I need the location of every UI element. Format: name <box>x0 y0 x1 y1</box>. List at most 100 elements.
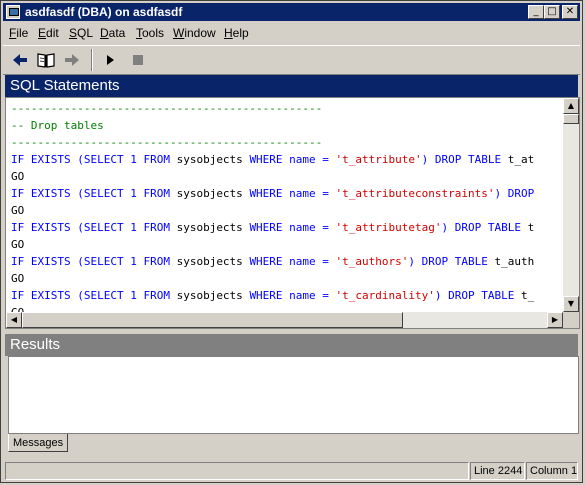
code-token: IF EXISTS (SELECT 1 FROM <box>11 255 177 268</box>
menu-help-label: elp <box>232 26 249 40</box>
maximize-button[interactable]: □ <box>544 5 560 19</box>
code-token: ) DROP TABLE <box>408 255 495 268</box>
results-messages-area[interactable] <box>8 356 579 434</box>
back-button[interactable] <box>9 50 31 70</box>
code-token: -- Drop tables <box>11 119 104 132</box>
menu-sql-label: QL <box>77 26 94 40</box>
toolbar <box>3 45 580 75</box>
code-line[interactable]: IF EXISTS (SELECT 1 FROM sysobjects WHER… <box>11 287 563 304</box>
menu-data-mnemonic: D <box>100 26 109 40</box>
code-token: 't_authors' <box>335 255 409 268</box>
menu-file[interactable]: File <box>9 26 28 40</box>
main-window: asdfasdf (DBA) on asdfasdf _ □ ✕ File Ed… <box>0 0 583 483</box>
code-token: 't_attributeconstraints' <box>335 187 495 200</box>
code-token: ) DROP TABLE <box>434 289 521 302</box>
code-token: 't_attributetag' <box>335 221 442 234</box>
menu-sql-mnemonic: S <box>69 26 78 40</box>
sql-statements-header: SQL Statements <box>5 75 578 97</box>
code-token: sysobjects <box>176 289 250 302</box>
menu-window-label: indow <box>184 26 216 40</box>
status-line: Line 2244 <box>470 462 525 480</box>
code-token: 't_cardinality' <box>335 289 435 302</box>
code-token: ----------------------------------------… <box>11 136 323 149</box>
code-token: WHERE name = <box>249 153 336 166</box>
back-arrow-icon <box>13 54 27 66</box>
stop-button[interactable] <box>127 50 149 70</box>
menu-file-label: ile <box>16 26 29 40</box>
menu-edit-mnemonic: E <box>38 26 47 40</box>
menu-help-mnemonic: H <box>224 26 233 40</box>
code-token: t_auth <box>494 255 535 268</box>
code-line[interactable]: ----------------------------------------… <box>11 134 563 151</box>
scroll-left-button[interactable]: ◀ <box>6 312 22 328</box>
menu-tools-label: ools <box>142 26 165 40</box>
scroll-up-button[interactable]: ▲ <box>563 98 579 114</box>
code-line[interactable]: IF EXISTS (SELECT 1 FROM sysobjects WHER… <box>11 185 563 202</box>
code-line[interactable]: ----------------------------------------… <box>11 100 563 117</box>
code-line[interactable]: GO <box>11 168 563 185</box>
code-line[interactable]: GO <box>11 236 563 253</box>
play-icon <box>107 55 114 65</box>
code-token: 't_attribute' <box>335 153 422 166</box>
menu-bar: File Edit SQL Data Tools Window Help <box>3 23 580 43</box>
menu-help[interactable]: Help <box>224 26 249 40</box>
code-token: t_ <box>520 289 535 302</box>
code-token: sysobjects <box>176 187 250 200</box>
code-token: WHERE name = <box>249 289 336 302</box>
stop-icon <box>133 55 143 65</box>
code-token: IF EXISTS (SELECT 1 FROM <box>11 289 177 302</box>
code-line[interactable]: IF EXISTS (SELECT 1 FROM sysobjects WHER… <box>11 253 563 270</box>
menu-data[interactable]: Data <box>100 26 125 40</box>
code-token: WHERE name = <box>249 255 336 268</box>
vertical-scroll-thumb[interactable] <box>563 114 579 124</box>
window-title: asdfasdf (DBA) on asdfasdf <box>25 5 183 19</box>
title-bar[interactable]: asdfasdf (DBA) on asdfasdf _ □ ✕ <box>3 3 580 21</box>
code-token: WHERE name = <box>249 221 336 234</box>
scroll-down-button[interactable]: ▼ <box>563 296 579 312</box>
menu-window[interactable]: Window <box>173 26 216 40</box>
scroll-right-button[interactable]: ▶ <box>547 312 563 328</box>
minimize-button[interactable]: _ <box>528 5 544 19</box>
menu-window-mnemonic: W <box>173 26 185 40</box>
code-token: sysobjects <box>176 153 250 166</box>
vertical-scrollbar[interactable]: ▲ ▼ <box>563 98 579 312</box>
code-token: t <box>527 221 535 234</box>
open-book-button[interactable] <box>35 50 57 70</box>
scrollbar-corner <box>563 312 579 328</box>
code-line[interactable]: GO <box>11 202 563 219</box>
horizontal-scrollbar[interactable]: ◀ ▶ <box>6 312 563 328</box>
forward-button[interactable] <box>61 50 83 70</box>
code-token: GO <box>11 238 25 251</box>
code-token: t_at <box>507 153 535 166</box>
code-token: sysobjects <box>176 255 250 268</box>
code-token: GO <box>11 170 25 183</box>
menu-edit-label: dit <box>46 26 59 40</box>
execute-button[interactable] <box>99 50 121 70</box>
window-controls: _ □ ✕ <box>528 5 578 19</box>
code-token: IF EXISTS (SELECT 1 FROM <box>11 221 177 234</box>
status-bar: Line 2244 Column 1 <box>3 460 580 480</box>
code-token: ) DROP <box>494 187 535 200</box>
code-line[interactable]: IF EXISTS (SELECT 1 FROM sysobjects WHER… <box>11 151 563 168</box>
horizontal-scroll-thumb[interactable] <box>22 312 403 328</box>
toolbar-separator <box>91 49 93 71</box>
code-line[interactable]: GO <box>11 270 563 287</box>
code-token: ) DROP TABLE <box>441 221 528 234</box>
code-line[interactable]: -- Drop tables <box>11 117 563 134</box>
code-token: WHERE name = <box>249 187 336 200</box>
app-window-icon[interactable] <box>6 5 20 19</box>
tab-messages[interactable]: Messages <box>8 434 69 452</box>
menu-edit[interactable]: Edit <box>38 26 59 40</box>
sql-code[interactable]: ----------------------------------------… <box>11 100 563 314</box>
menu-tools[interactable]: Tools <box>136 26 164 40</box>
code-token: ----------------------------------------… <box>11 102 323 115</box>
code-token: GO <box>11 204 25 217</box>
book-icon <box>37 53 55 68</box>
close-button[interactable]: ✕ <box>562 5 578 19</box>
status-column: Column 1 <box>526 462 578 480</box>
code-line[interactable]: IF EXISTS (SELECT 1 FROM sysobjects WHER… <box>11 219 563 236</box>
code-token: GO <box>11 272 25 285</box>
sql-editor[interactable]: ----------------------------------------… <box>5 97 580 329</box>
menu-sql[interactable]: SQL <box>69 26 93 40</box>
code-token: ) DROP TABLE <box>421 153 508 166</box>
